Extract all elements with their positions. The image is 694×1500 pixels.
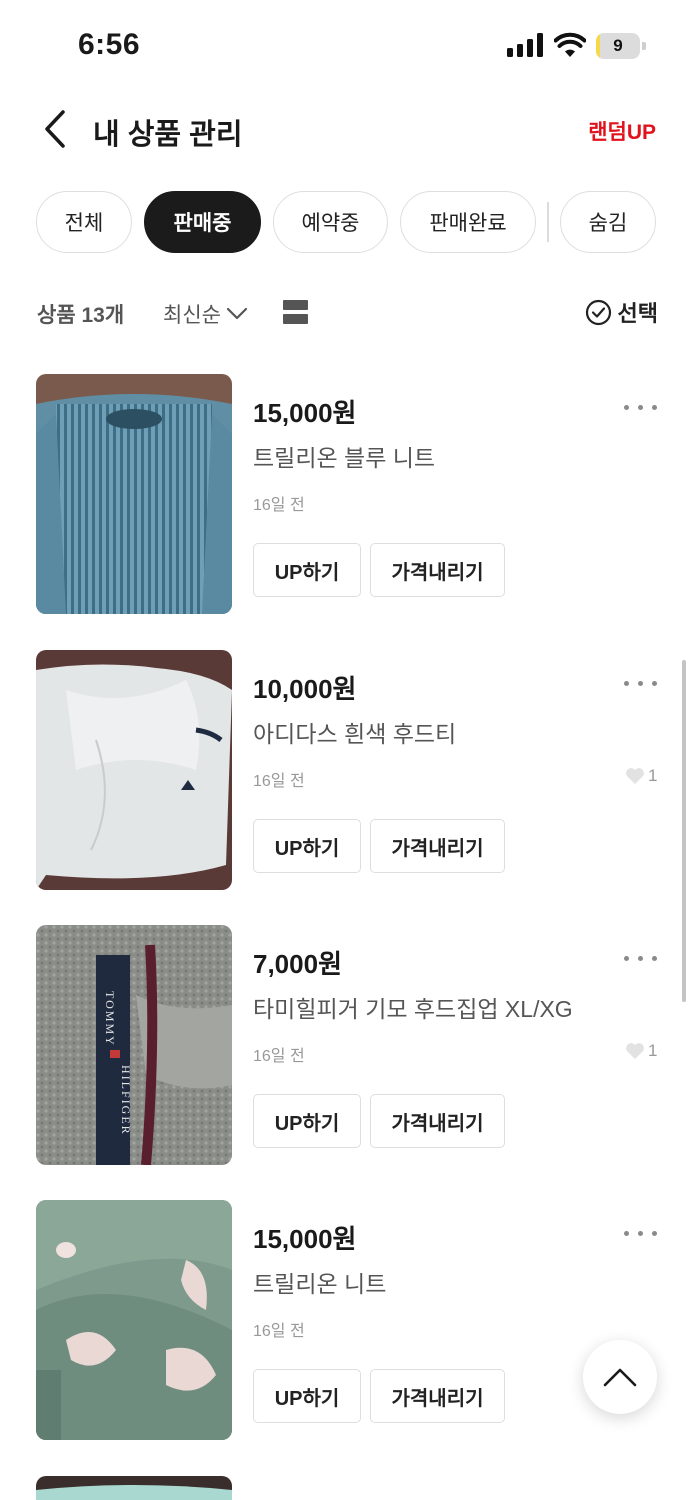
chip-reserved[interactable]: 예약중 <box>273 191 388 253</box>
sort-label: 최신순 <box>163 304 221 327</box>
chip-on-sale[interactable]: 판매중 <box>144 191 261 253</box>
up-button[interactable]: UP하기 <box>253 1094 361 1148</box>
check-circle-icon <box>585 299 611 325</box>
tommy-label: TOMMY <box>103 991 117 1047</box>
like-count: 1 <box>625 766 657 786</box>
product-name: 타미힐피거 기모 후드집업 XL/XG <box>253 996 573 1022</box>
up-button[interactable]: UP하기 <box>253 1369 361 1423</box>
status-time: 6:56 <box>78 28 141 61</box>
product-name: 트릴리온 블루 니트 <box>253 445 436 471</box>
product-thumbnail[interactable] <box>36 374 232 614</box>
hilfiger-label: HILFIGER <box>119 1065 133 1136</box>
product-price: 15,000원 <box>253 398 357 428</box>
product-item[interactable]: 15,000원 트릴리온 블루 니트 16일 전 UP하기 가격내리기 <box>0 374 694 616</box>
filter-chips: 전체 판매중 예약중 판매완료 숨김 <box>36 191 676 253</box>
battery-level: 9 <box>613 36 623 55</box>
back-icon[interactable] <box>40 107 70 151</box>
product-time: 16일 전 <box>253 1048 305 1065</box>
product-thumbnail[interactable] <box>36 1476 232 1500</box>
up-button[interactable]: UP하기 <box>253 543 361 597</box>
chevron-down-icon <box>226 307 248 320</box>
more-icon[interactable] <box>622 402 658 414</box>
wifi-icon <box>554 32 586 57</box>
select-label: 선택 <box>617 301 658 326</box>
chevron-up-icon <box>603 1368 637 1387</box>
product-name: 아디다스 흰색 후드티 <box>253 721 457 747</box>
more-icon[interactable] <box>622 678 658 690</box>
like-count-value: 1 <box>648 766 658 785</box>
product-time: 16일 전 <box>253 497 305 514</box>
product-time: 16일 전 <box>253 773 305 790</box>
price-down-button[interactable]: 가격내리기 <box>370 1094 505 1148</box>
product-thumbnail[interactable] <box>36 650 232 890</box>
heart-icon <box>626 768 644 784</box>
more-icon[interactable] <box>622 953 658 965</box>
product-time: 16일 전 <box>253 1323 305 1340</box>
product-thumbnail[interactable] <box>36 1200 232 1440</box>
scrollbar[interactable] <box>682 660 686 1002</box>
signal-icon <box>507 33 543 57</box>
page-title: 내 상품 관리 <box>93 119 243 151</box>
up-button[interactable]: UP하기 <box>253 819 361 873</box>
chip-divider <box>547 202 549 242</box>
sort-dropdown[interactable]: 최신순 <box>163 299 248 329</box>
status-bar: 6:56 9 <box>0 0 694 90</box>
product-item[interactable]: 15,000원 트릴리온 니트 16일 전 UP하기 가격내리기 <box>0 1200 694 1442</box>
item-count: 상품 13개 <box>37 304 125 327</box>
product-item[interactable]: 10,000원 아디다스 흰색 후드티 16일 전 1 UP하기 가격내리기 <box>0 650 694 892</box>
product-price: 7,000원 <box>253 949 342 979</box>
chip-all[interactable]: 전체 <box>36 191 132 253</box>
more-icon[interactable] <box>622 1228 658 1240</box>
product-thumbnail[interactable]: TOMMY HILFIGER <box>36 925 232 1165</box>
chip-sold[interactable]: 판매완료 <box>400 191 536 253</box>
price-down-button[interactable]: 가격내리기 <box>370 819 505 873</box>
product-item[interactable]: TOMMY HILFIGER 7,000원 타미힐피거 기모 후드집업 XL/X… <box>0 925 694 1167</box>
product-price: 10,000원 <box>253 674 357 704</box>
product-price: 15,000원 <box>253 1224 357 1254</box>
heart-icon <box>626 1043 644 1059</box>
random-up-button[interactable]: 랜덤UP <box>588 116 656 146</box>
scroll-top-button[interactable] <box>583 1340 657 1414</box>
list-toolbar: 상품 13개 최신순 선택 <box>0 290 694 336</box>
battery-icon: 9 <box>596 33 646 59</box>
header: 내 상품 관리 랜덤UP <box>0 95 694 165</box>
price-down-button[interactable]: 가격내리기 <box>370 1369 505 1423</box>
list-view-icon[interactable] <box>283 300 308 325</box>
like-count-value: 1 <box>648 1041 658 1060</box>
chip-hidden[interactable]: 숨김 <box>560 191 656 253</box>
select-button[interactable]: 선택 <box>585 296 658 328</box>
price-down-button[interactable]: 가격내리기 <box>370 543 505 597</box>
like-count: 1 <box>625 1041 657 1061</box>
product-name: 트릴리온 니트 <box>253 1271 387 1297</box>
